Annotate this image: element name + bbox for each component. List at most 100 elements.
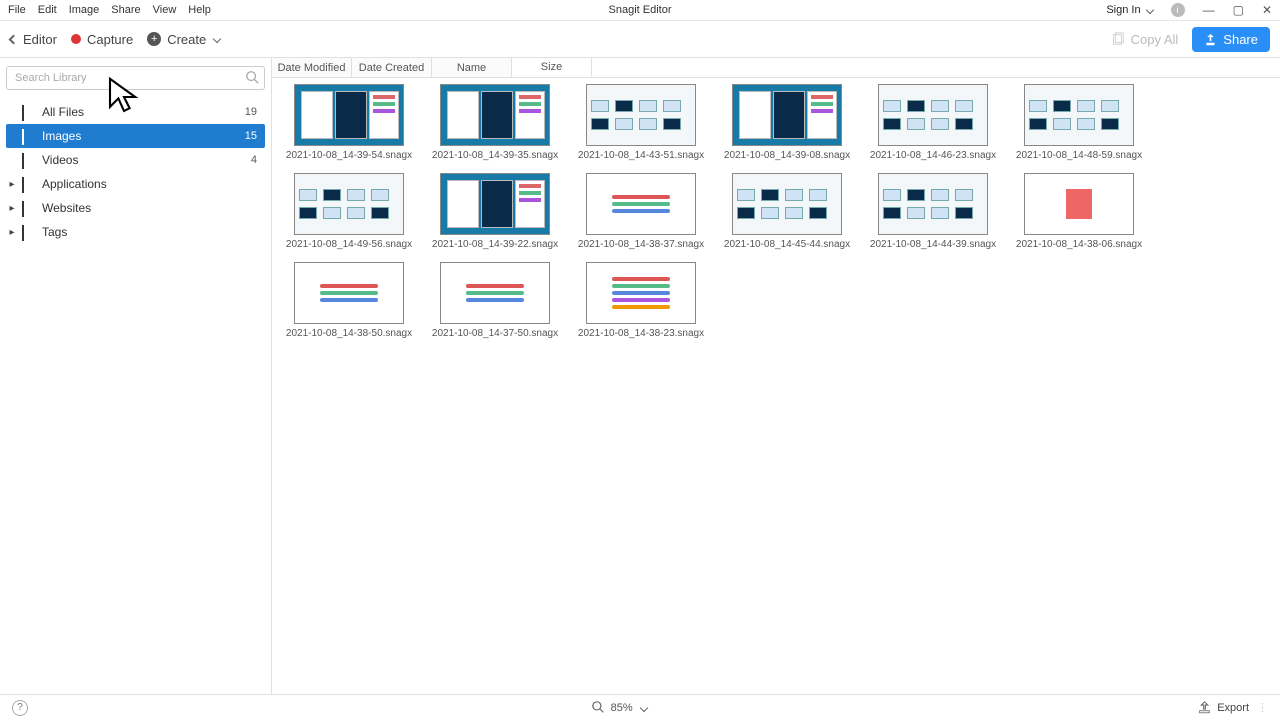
file-item[interactable]: 2021-10-08_14-37-50.snagx — [430, 262, 560, 339]
sidebar-item-count: 19 — [245, 106, 257, 118]
chevron-left-icon — [9, 34, 19, 44]
file-name: 2021-10-08_14-39-54.snagx — [286, 150, 412, 161]
file-name: 2021-10-08_14-39-08.snagx — [724, 150, 850, 161]
sidebar-item-videos[interactable]: Videos4 — [6, 148, 265, 172]
sign-in-button[interactable]: Sign In — [1106, 4, 1152, 16]
file-thumbnail[interactable] — [732, 84, 842, 146]
file-item[interactable]: 2021-10-08_14-39-22.snagx — [430, 173, 560, 250]
file-thumbnail[interactable] — [440, 84, 550, 146]
file-name: 2021-10-08_14-38-06.snagx — [1016, 239, 1142, 250]
chevron-down-icon — [1145, 6, 1153, 14]
file-name: 2021-10-08_14-46-23.snagx — [870, 150, 996, 161]
sort-tab-name[interactable]: Name — [432, 58, 512, 77]
zoom-level[interactable]: 85% — [611, 702, 633, 714]
chevron-down-icon — [639, 703, 647, 711]
magnifier-icon[interactable] — [592, 701, 605, 714]
file-name: 2021-10-08_14-45-44.snagx — [724, 239, 850, 250]
window-maximize-button[interactable]: ▢ — [1233, 3, 1244, 17]
create-button[interactable]: +Create — [147, 32, 220, 47]
file-item[interactable]: 2021-10-08_14-38-50.snagx — [284, 262, 414, 339]
capture-button[interactable]: Capture — [71, 32, 133, 47]
file-item[interactable]: 2021-10-08_14-48-59.snagx — [1014, 84, 1144, 161]
file-item[interactable]: 2021-10-08_14-39-35.snagx — [430, 84, 560, 161]
sidebar-item-label: Applications — [42, 177, 107, 191]
sidebar-item-label: Videos — [42, 153, 78, 167]
menu-view[interactable]: View — [153, 4, 177, 16]
sidebar-item-label: Images — [42, 129, 81, 143]
menu-help[interactable]: Help — [188, 4, 211, 16]
sidebar-item-tags[interactable]: ▸ Tags — [6, 220, 265, 244]
sidebar-item-all-files[interactable]: All Files 19 — [6, 100, 265, 124]
sidebar-item-label: Tags — [42, 225, 67, 239]
menu-file[interactable]: File — [8, 4, 26, 16]
sort-tab-date-created[interactable]: Date Created — [352, 58, 432, 77]
sidebar-item-applications[interactable]: ▸Applications — [6, 172, 265, 196]
category-icon — [22, 130, 36, 142]
copy-all-button[interactable]: Copy All — [1111, 32, 1179, 47]
user-avatar-icon[interactable]: i — [1171, 3, 1185, 17]
menu-edit[interactable]: Edit — [38, 4, 57, 16]
expand-icon: ▸ — [8, 203, 16, 214]
file-name: 2021-10-08_14-38-37.snagx — [578, 239, 704, 250]
file-item[interactable]: 2021-10-08_14-46-23.snagx — [868, 84, 998, 161]
file-thumbnail[interactable] — [440, 173, 550, 235]
category-icon — [22, 178, 36, 190]
file-item[interactable]: 2021-10-08_14-39-54.snagx — [284, 84, 414, 161]
window-minimize-button[interactable]: — — [1203, 3, 1215, 17]
copy-icon — [1111, 32, 1125, 46]
file-item[interactable]: 2021-10-08_14-44-39.snagx — [868, 173, 998, 250]
file-name: 2021-10-08_14-38-50.snagx — [286, 328, 412, 339]
file-thumbnail[interactable] — [1024, 84, 1134, 146]
file-item[interactable]: 2021-10-08_14-43-51.snagx — [576, 84, 706, 161]
file-item[interactable]: 2021-10-08_14-38-37.snagx — [576, 173, 706, 250]
export-button[interactable]: Export — [1198, 701, 1249, 714]
share-button[interactable]: Share — [1192, 27, 1270, 52]
file-item[interactable]: 2021-10-08_14-45-44.snagx — [722, 173, 852, 250]
file-item[interactable]: 2021-10-08_14-38-23.snagx — [576, 262, 706, 339]
menubar: File Edit Image Share View Help Snagit E… — [0, 0, 1280, 20]
sort-tab-size[interactable]: Size — [512, 58, 592, 77]
file-thumbnail[interactable] — [878, 173, 988, 235]
editor-back-button[interactable]: Editor — [10, 32, 57, 47]
sidebar-item-label: All Files — [42, 105, 84, 119]
file-name: 2021-10-08_14-39-22.snagx — [432, 239, 558, 250]
file-thumbnail[interactable] — [294, 173, 404, 235]
category-icon — [22, 106, 36, 118]
file-thumbnail[interactable] — [1024, 173, 1134, 235]
export-icon — [1198, 701, 1211, 714]
file-thumbnail[interactable] — [586, 84, 696, 146]
sidebar-item-images[interactable]: Images15 — [6, 124, 265, 148]
window-close-button[interactable]: ✕ — [1262, 3, 1272, 17]
file-thumbnail[interactable] — [586, 262, 696, 324]
menu-share[interactable]: Share — [111, 4, 140, 16]
search-icon — [245, 70, 259, 84]
overflow-menu[interactable]: ⋮ — [1257, 701, 1268, 714]
sidebar-item-label: Websites — [42, 201, 91, 215]
share-icon — [1204, 33, 1217, 46]
file-name: 2021-10-08_14-39-35.snagx — [432, 150, 558, 161]
file-thumbnail[interactable] — [878, 84, 988, 146]
file-name: 2021-10-08_14-44-39.snagx — [870, 239, 996, 250]
file-name: 2021-10-08_14-37-50.snagx — [432, 328, 558, 339]
chevron-down-icon — [213, 35, 221, 43]
file-name: 2021-10-08_14-38-23.snagx — [578, 328, 704, 339]
menu-image[interactable]: Image — [69, 4, 100, 16]
expand-icon: ▸ — [8, 227, 16, 238]
file-thumbnail[interactable] — [294, 262, 404, 324]
category-icon — [22, 202, 36, 214]
sort-tab-date-modified[interactable]: Date Modified — [272, 58, 352, 77]
help-button[interactable]: ? — [12, 700, 28, 716]
statusbar: ? 85% Export ⋮ — [0, 694, 1280, 720]
search-input[interactable] — [6, 66, 265, 90]
file-thumbnail[interactable] — [440, 262, 550, 324]
file-thumbnail[interactable] — [294, 84, 404, 146]
file-thumbnail[interactable] — [732, 173, 842, 235]
file-name: 2021-10-08_14-43-51.snagx — [578, 150, 704, 161]
file-item[interactable]: 2021-10-08_14-39-08.snagx — [722, 84, 852, 161]
file-item[interactable]: 2021-10-08_14-49-56.snagx — [284, 173, 414, 250]
file-grid: 2021-10-08_14-39-54.snagx 2021-10-08_14-3… — [272, 78, 1280, 694]
file-name: 2021-10-08_14-48-59.snagx — [1016, 150, 1142, 161]
sidebar-item-websites[interactable]: ▸ Websites — [6, 196, 265, 220]
file-thumbnail[interactable] — [586, 173, 696, 235]
file-item[interactable]: 2021-10-08_14-38-06.snagx — [1014, 173, 1144, 250]
